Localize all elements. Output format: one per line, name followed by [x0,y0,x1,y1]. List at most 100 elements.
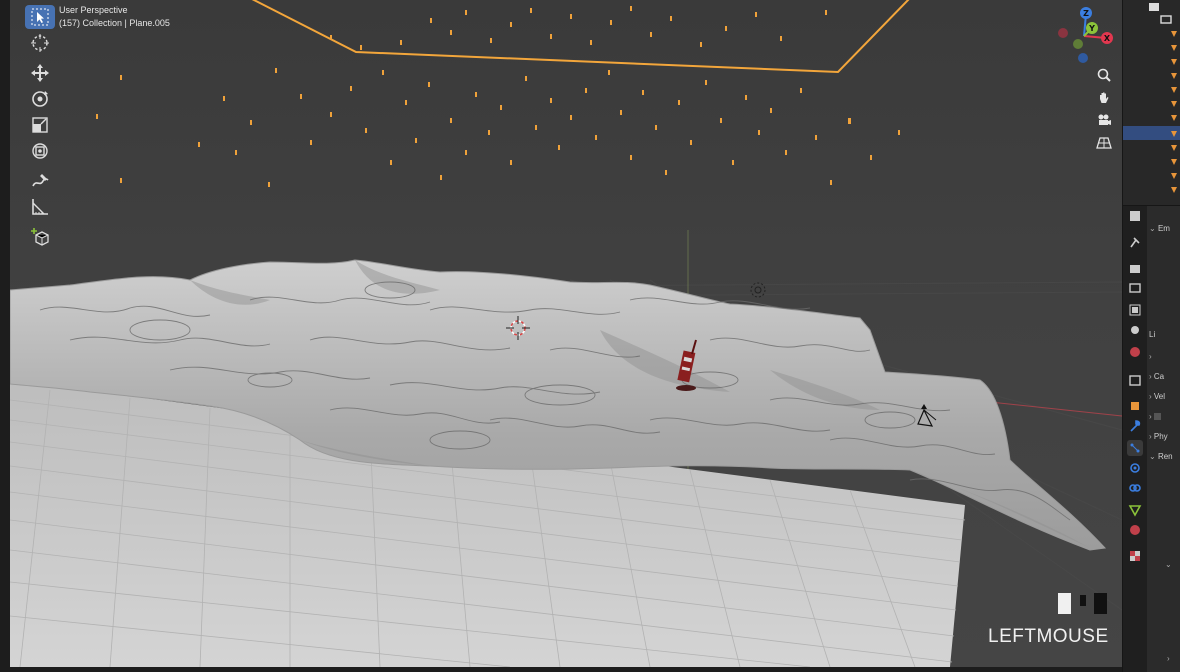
tab-particles[interactable] [1127,440,1143,456]
material-icon [1130,525,1140,535]
panel-collapsed[interactable]: › [1149,352,1152,361]
cursor-icon [31,34,49,52]
panel-header-emission[interactable]: ⌄ Em [1149,224,1170,233]
object-icon [1171,145,1177,151]
3d-viewport[interactable]: User Perspective (157) Collection | Plan… [10,0,1122,667]
tab-material[interactable] [1127,522,1143,538]
tab-tool[interactable] [1127,234,1143,250]
outliner-row[interactable] [1123,54,1180,68]
object-icon [1171,87,1177,93]
outliner[interactable] [1123,0,1180,205]
render-icon [1130,265,1140,273]
gizmo-neg-x-icon[interactable] [1058,28,1068,38]
panel-subsection[interactable]: ⌄ [1165,560,1172,569]
outliner-row[interactable] [1123,96,1180,110]
ortho-toggle-button[interactable] [1093,132,1115,154]
object-tab-icon [1131,402,1139,410]
object-icon [1171,59,1177,65]
object-icon [1171,131,1177,137]
select-box-icon [31,8,49,26]
outliner-row[interactable] [1123,26,1180,40]
panel-header-checkbox[interactable]: › [1149,412,1161,421]
texture-icon [1130,551,1140,561]
pan-button[interactable] [1093,87,1115,109]
panel-collapsed-bottom[interactable]: › [1167,654,1170,663]
tab-modifiers[interactable] [1127,418,1143,434]
tab-render[interactable] [1127,260,1143,276]
measure-tool[interactable] [25,195,55,219]
object-icon [1171,45,1177,51]
view-name: User Perspective [59,5,128,15]
outliner-row[interactable] [1123,82,1180,96]
constraints-icon [1129,484,1141,492]
outliner-row[interactable] [1123,12,1180,26]
editor-type-icon [1130,211,1140,221]
tool-icon [1130,237,1140,248]
tab-output[interactable] [1127,280,1143,296]
properties-editor[interactable]: ⌄ Em Li › › Ca › Vel › › Phy ⌄ Ren ⌄ › [1123,206,1180,672]
object-icon [1171,173,1177,179]
gizmo-neg-y-icon[interactable] [1073,39,1083,49]
scene-icon [1131,326,1139,334]
outliner-row-selected[interactable] [1123,126,1180,140]
object-icon [1171,101,1177,107]
navigation-gizmo[interactable]: Z Y X [1054,4,1120,66]
collection-icon [1160,15,1172,24]
output-icon [1129,283,1141,293]
outliner-row[interactable] [1123,68,1180,82]
cursor-tool[interactable] [25,31,55,55]
particles-icon [1130,443,1140,453]
zoom-icon [1097,68,1111,82]
properties-tabs [1123,206,1147,672]
tab-texture[interactable] [1127,548,1143,564]
hand-icon [1100,92,1109,103]
measure-icon [32,199,48,215]
outliner-row[interactable] [1123,140,1180,154]
camera-view-button[interactable] [1093,109,1115,131]
panel-header-render[interactable]: ⌄ Ren [1149,452,1173,461]
tab-collection[interactable] [1127,372,1143,388]
tab-object[interactable] [1127,398,1143,414]
tab-constraints[interactable] [1127,480,1143,496]
panel-header-cache[interactable]: › Ca [1149,372,1164,381]
object-icon [1171,31,1177,37]
select-box-tool[interactable] [25,5,55,29]
wrench-icon [1130,420,1141,432]
outliner-row[interactable] [1123,154,1180,168]
world-icon [1130,347,1140,357]
gizmo-neg-z-icon[interactable] [1078,53,1088,63]
annotate-tool[interactable] [25,169,55,193]
object-icon [1171,159,1177,165]
add-cube-tool[interactable] [25,225,55,249]
outliner-row[interactable] [1123,168,1180,182]
transform-tool[interactable] [25,139,55,163]
gizmo-x-label: X [1104,34,1111,43]
scale-icon [32,117,48,133]
object-icon [1171,73,1177,79]
tab-world[interactable] [1127,344,1143,360]
move-icon [31,64,49,82]
collection-tab-icon [1129,375,1141,386]
tab-view-layer[interactable] [1127,302,1143,318]
outliner-row[interactable] [1123,110,1180,124]
editor-type-button[interactable] [1127,208,1143,224]
collection-info: (157) Collection | Plane.005 [59,18,170,28]
panel-header-velocity[interactable]: › Vel [1149,392,1165,401]
tab-physics[interactable] [1127,460,1143,476]
zoom-button[interactable] [1093,64,1115,86]
rotate-tool[interactable] [25,87,55,111]
viewport-scene[interactable] [10,0,1122,667]
tab-data[interactable] [1127,502,1143,518]
object-icon [1171,187,1177,193]
outliner-row[interactable] [1123,182,1180,196]
mesh-data-icon [1128,505,1142,517]
physics-icon [1130,463,1140,473]
move-tool[interactable] [25,61,55,85]
scale-tool[interactable] [25,113,55,137]
annotate-icon [32,174,49,187]
grid-icon [1096,137,1112,149]
outliner-row[interactable] [1123,40,1180,54]
tab-scene[interactable] [1127,322,1143,338]
panel-header-physics[interactable]: › Phy [1149,432,1168,441]
gizmo-y-label: Y [1088,24,1095,33]
